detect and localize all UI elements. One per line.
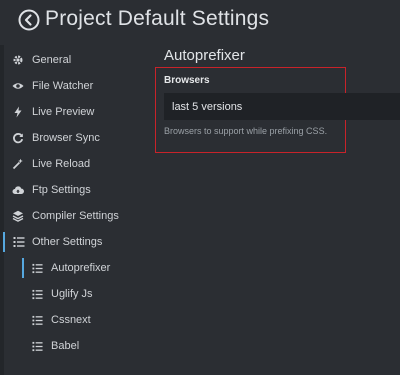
sidebar-item-file-watcher[interactable]: File Watcher <box>0 73 150 99</box>
active-indicator <box>3 232 5 252</box>
sidebar-item-label: General <box>32 54 72 66</box>
sidebar-subitem-babel[interactable]: Babel <box>0 333 150 359</box>
eye-icon <box>12 80 24 92</box>
browsers-help-text: Browsers to support while prefixing CSS. <box>164 126 328 136</box>
sidebar-subitem-label: Babel <box>51 340 80 352</box>
page-title: Project Default Settings <box>45 7 270 30</box>
sidebar-subitem-uglify-js[interactable]: Uglify Js <box>0 281 150 307</box>
sidebar-subitem-cssnext[interactable]: Cssnext <box>0 307 150 333</box>
sidebar-item-label: Ftp Settings <box>32 184 91 196</box>
sidebar-item-label: Browser Sync <box>32 132 100 144</box>
list-icon <box>32 341 43 352</box>
sidebar-subitem-label: Autoprefixer <box>51 262 111 274</box>
list-icon <box>32 289 43 300</box>
sidebar-item-label: Live Preview <box>32 106 95 118</box>
sidebar-item-compiler-settings[interactable]: Compiler Settings <box>0 203 150 229</box>
cloud-upload-icon <box>12 184 24 196</box>
browsers-input[interactable] <box>164 93 400 120</box>
section-title: Autoprefixer <box>164 47 245 64</box>
sidebar: General File Watcher Live Preview Browse… <box>0 47 150 359</box>
active-indicator <box>22 258 24 278</box>
refresh-icon <box>12 132 24 144</box>
sidebar-item-other-settings[interactable]: Other Settings <box>0 229 150 255</box>
sidebar-item-live-reload[interactable]: Live Reload <box>0 151 150 177</box>
back-arrow-icon[interactable] <box>18 9 40 31</box>
sidebar-item-general[interactable]: General <box>0 47 150 73</box>
sidebar-subitem-label: Uglify Js <box>51 288 93 300</box>
sidebar-item-browser-sync[interactable]: Browser Sync <box>0 125 150 151</box>
browsers-label: Browsers <box>164 75 210 86</box>
sidebar-item-label: Compiler Settings <box>32 210 119 222</box>
list-icon <box>13 236 25 248</box>
sidebar-item-live-preview[interactable]: Live Preview <box>0 99 150 125</box>
magic-wand-icon <box>12 158 24 170</box>
sidebar-subnav: Autoprefixer Uglify Js Cssnext Babel <box>0 255 150 359</box>
sidebar-item-label: Other Settings <box>32 236 103 248</box>
sidebar-item-label: Live Reload <box>32 158 91 170</box>
sidebar-item-label: File Watcher <box>32 80 94 92</box>
layers-icon <box>12 210 24 222</box>
header: Project Default Settings <box>0 0 400 42</box>
sidebar-subitem-label: Cssnext <box>51 314 91 326</box>
gear-icon <box>12 54 24 66</box>
bolt-icon <box>12 106 24 118</box>
list-icon <box>32 263 43 274</box>
sidebar-item-ftp-settings[interactable]: Ftp Settings <box>0 177 150 203</box>
sidebar-subitem-autoprefixer[interactable]: Autoprefixer <box>0 255 150 281</box>
list-icon <box>32 315 43 326</box>
